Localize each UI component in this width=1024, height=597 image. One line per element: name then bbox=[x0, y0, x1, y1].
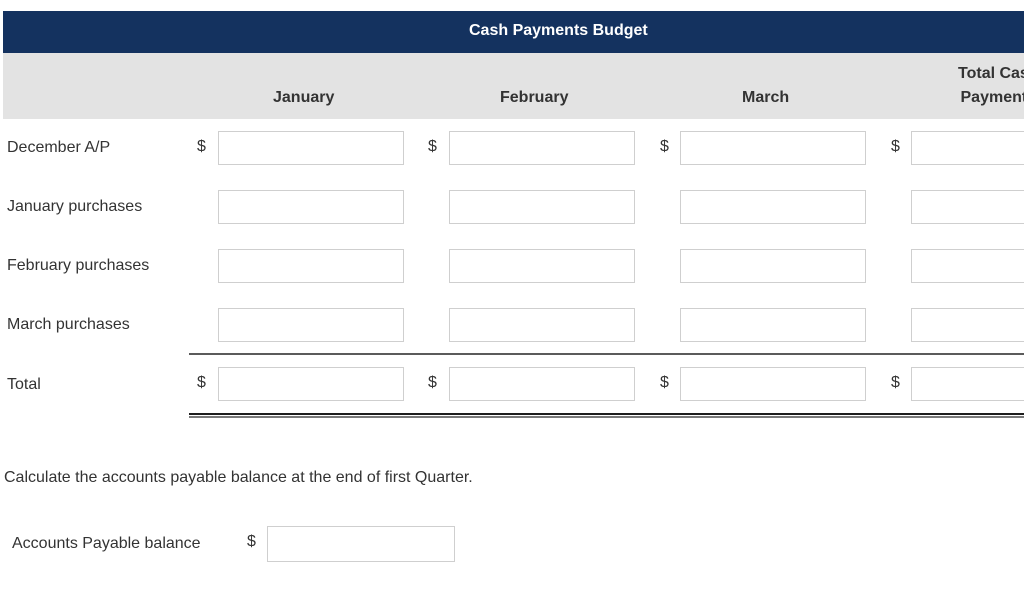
column-header-total-line2: Payments bbox=[960, 89, 1024, 106]
december-ap-total-input[interactable] bbox=[911, 131, 1024, 165]
january-purchases-february-input[interactable] bbox=[449, 190, 635, 224]
accounts-payable-label: Accounts Payable balance bbox=[12, 535, 201, 552]
budget-title: Cash Payments Budget bbox=[469, 22, 648, 39]
total-total-input[interactable] bbox=[911, 367, 1024, 401]
column-header-row bbox=[3, 53, 1024, 119]
dollar-sign: $ bbox=[428, 374, 437, 391]
row-label-total: Total bbox=[7, 376, 41, 393]
february-purchases-march-input[interactable] bbox=[680, 249, 866, 283]
dollar-sign: $ bbox=[660, 138, 669, 155]
march-purchases-march-input[interactable] bbox=[680, 308, 866, 342]
dollar-sign: $ bbox=[660, 374, 669, 391]
subtotal-rule bbox=[189, 353, 1024, 355]
january-purchases-january-input[interactable] bbox=[218, 190, 404, 224]
february-purchases-january-input[interactable] bbox=[218, 249, 404, 283]
row-label-january-purchases: January purchases bbox=[7, 198, 143, 215]
column-header-march: March bbox=[742, 89, 790, 106]
total-double-rule-bottom bbox=[189, 416, 1024, 418]
dollar-sign: $ bbox=[197, 138, 206, 155]
february-purchases-total-input[interactable] bbox=[911, 249, 1024, 283]
total-march-input[interactable] bbox=[680, 367, 866, 401]
dollar-sign: $ bbox=[891, 374, 900, 391]
total-february-input[interactable] bbox=[449, 367, 635, 401]
february-purchases-february-input[interactable] bbox=[449, 249, 635, 283]
december-ap-march-input[interactable] bbox=[680, 131, 866, 165]
column-header-total: Total Cash Payments bbox=[958, 62, 1024, 110]
column-header-february: February bbox=[500, 89, 569, 106]
question-text: Calculate the accounts payable balance a… bbox=[4, 469, 473, 486]
dollar-sign: $ bbox=[247, 533, 256, 550]
december-ap-february-input[interactable] bbox=[449, 131, 635, 165]
march-purchases-january-input[interactable] bbox=[218, 308, 404, 342]
accounts-payable-balance-input[interactable] bbox=[267, 526, 455, 562]
row-label-february-purchases: February purchases bbox=[7, 257, 150, 274]
column-header-january: January bbox=[273, 89, 335, 106]
dollar-sign: $ bbox=[428, 138, 437, 155]
january-purchases-march-input[interactable] bbox=[680, 190, 866, 224]
row-label-march-purchases: March purchases bbox=[7, 316, 130, 333]
total-double-rule-top bbox=[189, 413, 1024, 415]
march-purchases-total-input[interactable] bbox=[911, 308, 1024, 342]
december-ap-january-input[interactable] bbox=[218, 131, 404, 165]
dollar-sign: $ bbox=[197, 374, 206, 391]
january-purchases-total-input[interactable] bbox=[911, 190, 1024, 224]
budget-title-bar: Cash Payments Budget bbox=[3, 11, 1024, 53]
total-january-input[interactable] bbox=[218, 367, 404, 401]
row-label-december-ap: December A/P bbox=[7, 139, 111, 156]
dollar-sign: $ bbox=[891, 138, 900, 155]
column-header-total-line1: Total Cash bbox=[958, 65, 1024, 82]
march-purchases-february-input[interactable] bbox=[449, 308, 635, 342]
